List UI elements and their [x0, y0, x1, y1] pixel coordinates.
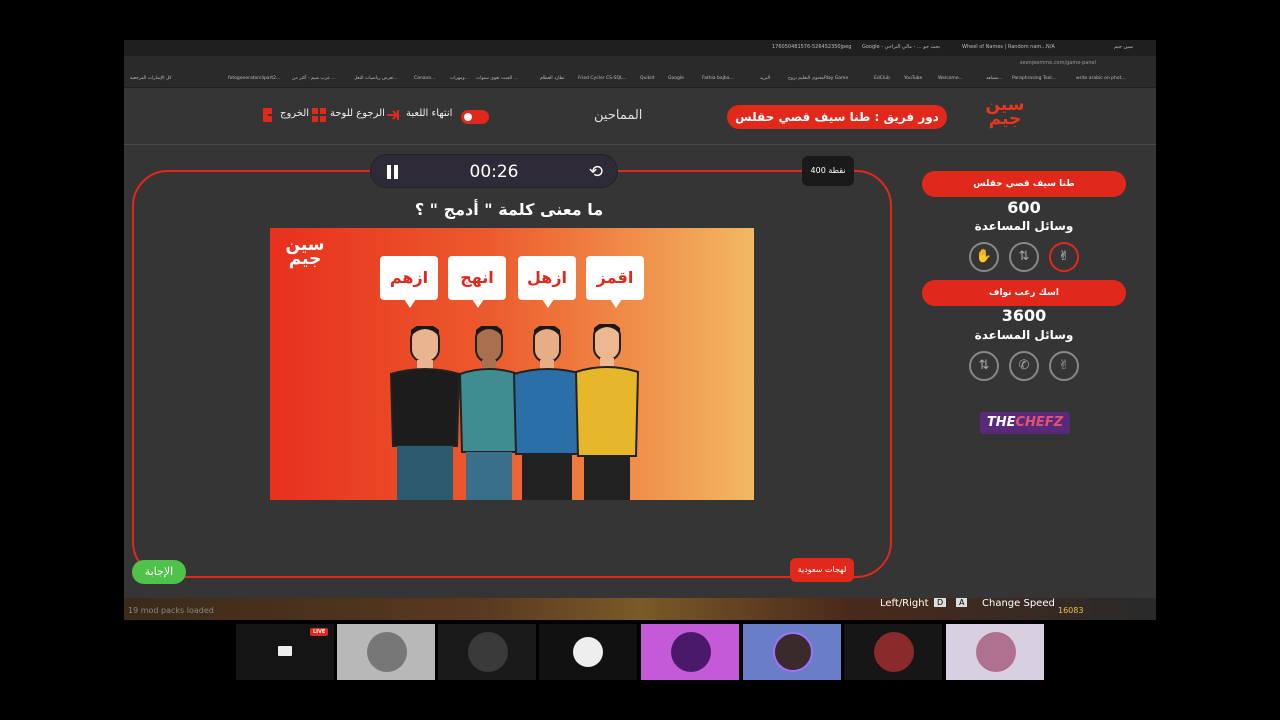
team-2-score: 3600 [1001, 306, 1047, 325]
timer-bar: 00:26 ⟲ [370, 154, 618, 188]
sponsor-logo-right: CHEFZ [1015, 415, 1064, 430]
screen-share-tile[interactable]: LIVE [236, 624, 334, 680]
bookmark-item[interactable]: Canava... [414, 76, 435, 81]
option-bubble: اقمز [586, 256, 644, 308]
browser-window: 176050481576-526452350jpeg Google - بحث … [124, 40, 1156, 620]
end-game-toggle[interactable] [461, 110, 489, 124]
bookmark-item[interactable]: الجبت تعوي سنوات ... [476, 76, 518, 81]
address-bar[interactable]: seenjeemme.com/game-panel [124, 56, 1156, 70]
participant-tile[interactable] [946, 624, 1044, 680]
bookmark-item[interactable]: Fried Cycler CS-SQL... [578, 76, 627, 81]
monitor-icon [278, 646, 292, 656]
option-bubble: ازهل [518, 256, 576, 308]
tab-wheel[interactable]: Wheel of Names | Random nam... [962, 44, 1046, 50]
question-image: سين جيم اقمز ازهل انهج ازهم [270, 228, 754, 500]
game-overlay-strip: 19 mod packs loaded Left/Right D A Chang… [124, 598, 1156, 620]
site-logo[interactable]: سين جيم [980, 97, 1030, 128]
team-turn-banner: دور فريق : طنا سيف قصي حقلس [727, 105, 947, 129]
bookmark-item[interactable]: QuikId [640, 76, 654, 81]
key-hint: Left/Right [880, 598, 929, 609]
coins-count: 16083 [1058, 606, 1084, 615]
key-a: A [956, 598, 968, 607]
mod-status: 19 mod packs loaded [128, 606, 214, 615]
two-answers-icon[interactable]: ✌ [1049, 242, 1079, 272]
end-game-icon [387, 110, 399, 120]
bookmark-item[interactable]: Google [668, 76, 684, 81]
two-answers-icon[interactable]: ✌ [1049, 351, 1079, 381]
tab-na[interactable]: N/A [1046, 44, 1055, 50]
participant-tile[interactable] [337, 624, 435, 680]
person-illustration [389, 326, 461, 500]
tab-title: المماحين [594, 108, 643, 123]
bookmark-item[interactable]: write arabic on phot... [1076, 76, 1126, 81]
avatar [671, 632, 711, 672]
participant-tile[interactable] [539, 624, 637, 680]
bookmark-item[interactable]: Welcome... [938, 76, 963, 81]
avatar [468, 632, 508, 672]
app-header: سين جيم دور فريق : طنا سيف قصي حقلس المم… [124, 88, 1156, 145]
option-bubble: انهج [448, 256, 506, 308]
key-d: D [934, 598, 947, 607]
bookmark-all[interactable]: كل الإشارات المرجعية [130, 76, 171, 81]
phone-icon[interactable]: ✆ [1009, 351, 1039, 381]
person-illustration [574, 324, 640, 500]
team-2-helps-label: وسائل المساعدة [974, 328, 1074, 342]
tab-image[interactable]: 176050481576-526452350jpeg [772, 44, 851, 50]
end-game-label[interactable]: انتهاء اللعبة [406, 108, 452, 119]
avatar [367, 632, 407, 672]
points-badge: 400 نقطة [802, 156, 854, 186]
avatar [573, 637, 603, 667]
team-1-score: 600 [1007, 198, 1041, 217]
tab-seenjeem[interactable]: سين جيم [1114, 44, 1133, 50]
participant-tile[interactable] [641, 624, 739, 680]
url-text: seenjeemme.com/game-panel [1019, 60, 1096, 66]
bookmark-item[interactable]: عرب شيم - أكثر من ... [292, 76, 336, 81]
bookmark-item[interactable]: تطارد العظام [540, 76, 565, 81]
bookmark-item[interactable]: fotogeneratorclipart2... [228, 76, 280, 81]
back-to-board-label[interactable]: الرجوع للوحة [330, 108, 385, 119]
exit-label[interactable]: الخروج [280, 108, 309, 119]
option-bubble: ازهم [380, 256, 438, 308]
bookmark-item[interactable]: Fathia bajba... [702, 76, 734, 81]
image-logo: سين جيم [285, 235, 325, 270]
avatar [773, 632, 813, 672]
sponsor-logo-left: THE [986, 415, 1016, 430]
bookmark-item[interactable]: Paraphrasing Tool... [1012, 76, 1056, 81]
bookmark-item[interactable]: تعرض رياضيات التعل... [354, 76, 398, 81]
hand-stop-icon[interactable]: ✋ [969, 242, 999, 272]
bookmark-item[interactable]: مشاهد... [986, 76, 1003, 81]
participant-tile[interactable] [438, 624, 536, 680]
board-grid-icon [312, 108, 326, 122]
sponsor-logo: THECHEFZ [980, 412, 1070, 434]
live-badge: LIVE [310, 628, 329, 636]
team-1-helps-label: وسائل المساعدة [974, 219, 1074, 233]
timer-display: 00:26 [469, 162, 519, 182]
bookmark-item[interactable]: EdClub [874, 76, 890, 81]
tab-bar: 176050481576-526452350jpeg Google - بحث … [124, 40, 1156, 56]
participant-tile[interactable] [844, 624, 942, 680]
change-speed: Change Speed [982, 598, 1055, 609]
swap-icon[interactable]: ⇅ [1009, 242, 1039, 272]
bookmarks-bar: كل الإشارات المرجعية fotogeneratorclipar… [124, 70, 1156, 88]
category-badge: لهجات سعودية [790, 558, 854, 582]
bookmark-item[interactable]: YouTube [904, 76, 922, 81]
team-1-name: طنا سيف قصي حقلس [922, 171, 1126, 197]
avatar [874, 632, 914, 672]
bookmark-item[interactable]: البريد [760, 76, 770, 81]
avatar [976, 632, 1016, 672]
restart-icon[interactable]: ⟲ [589, 162, 603, 182]
swap-icon[interactable]: ⇅ [969, 351, 999, 381]
bookmark-item[interactable]: ومهرات... [450, 76, 469, 81]
question-text: ما معنى كلمة " أدمج " ؟ [414, 200, 604, 219]
bookmark-item[interactable]: Play Game [824, 76, 848, 81]
participant-tile[interactable] [743, 624, 841, 680]
tab-google[interactable]: Google - بحث جو ... - مالي التراخي [862, 44, 940, 50]
answer-button[interactable]: الإجابة [132, 560, 186, 584]
exit-icon [263, 108, 276, 122]
team-2-name: اسك رعب نواف [922, 280, 1126, 306]
